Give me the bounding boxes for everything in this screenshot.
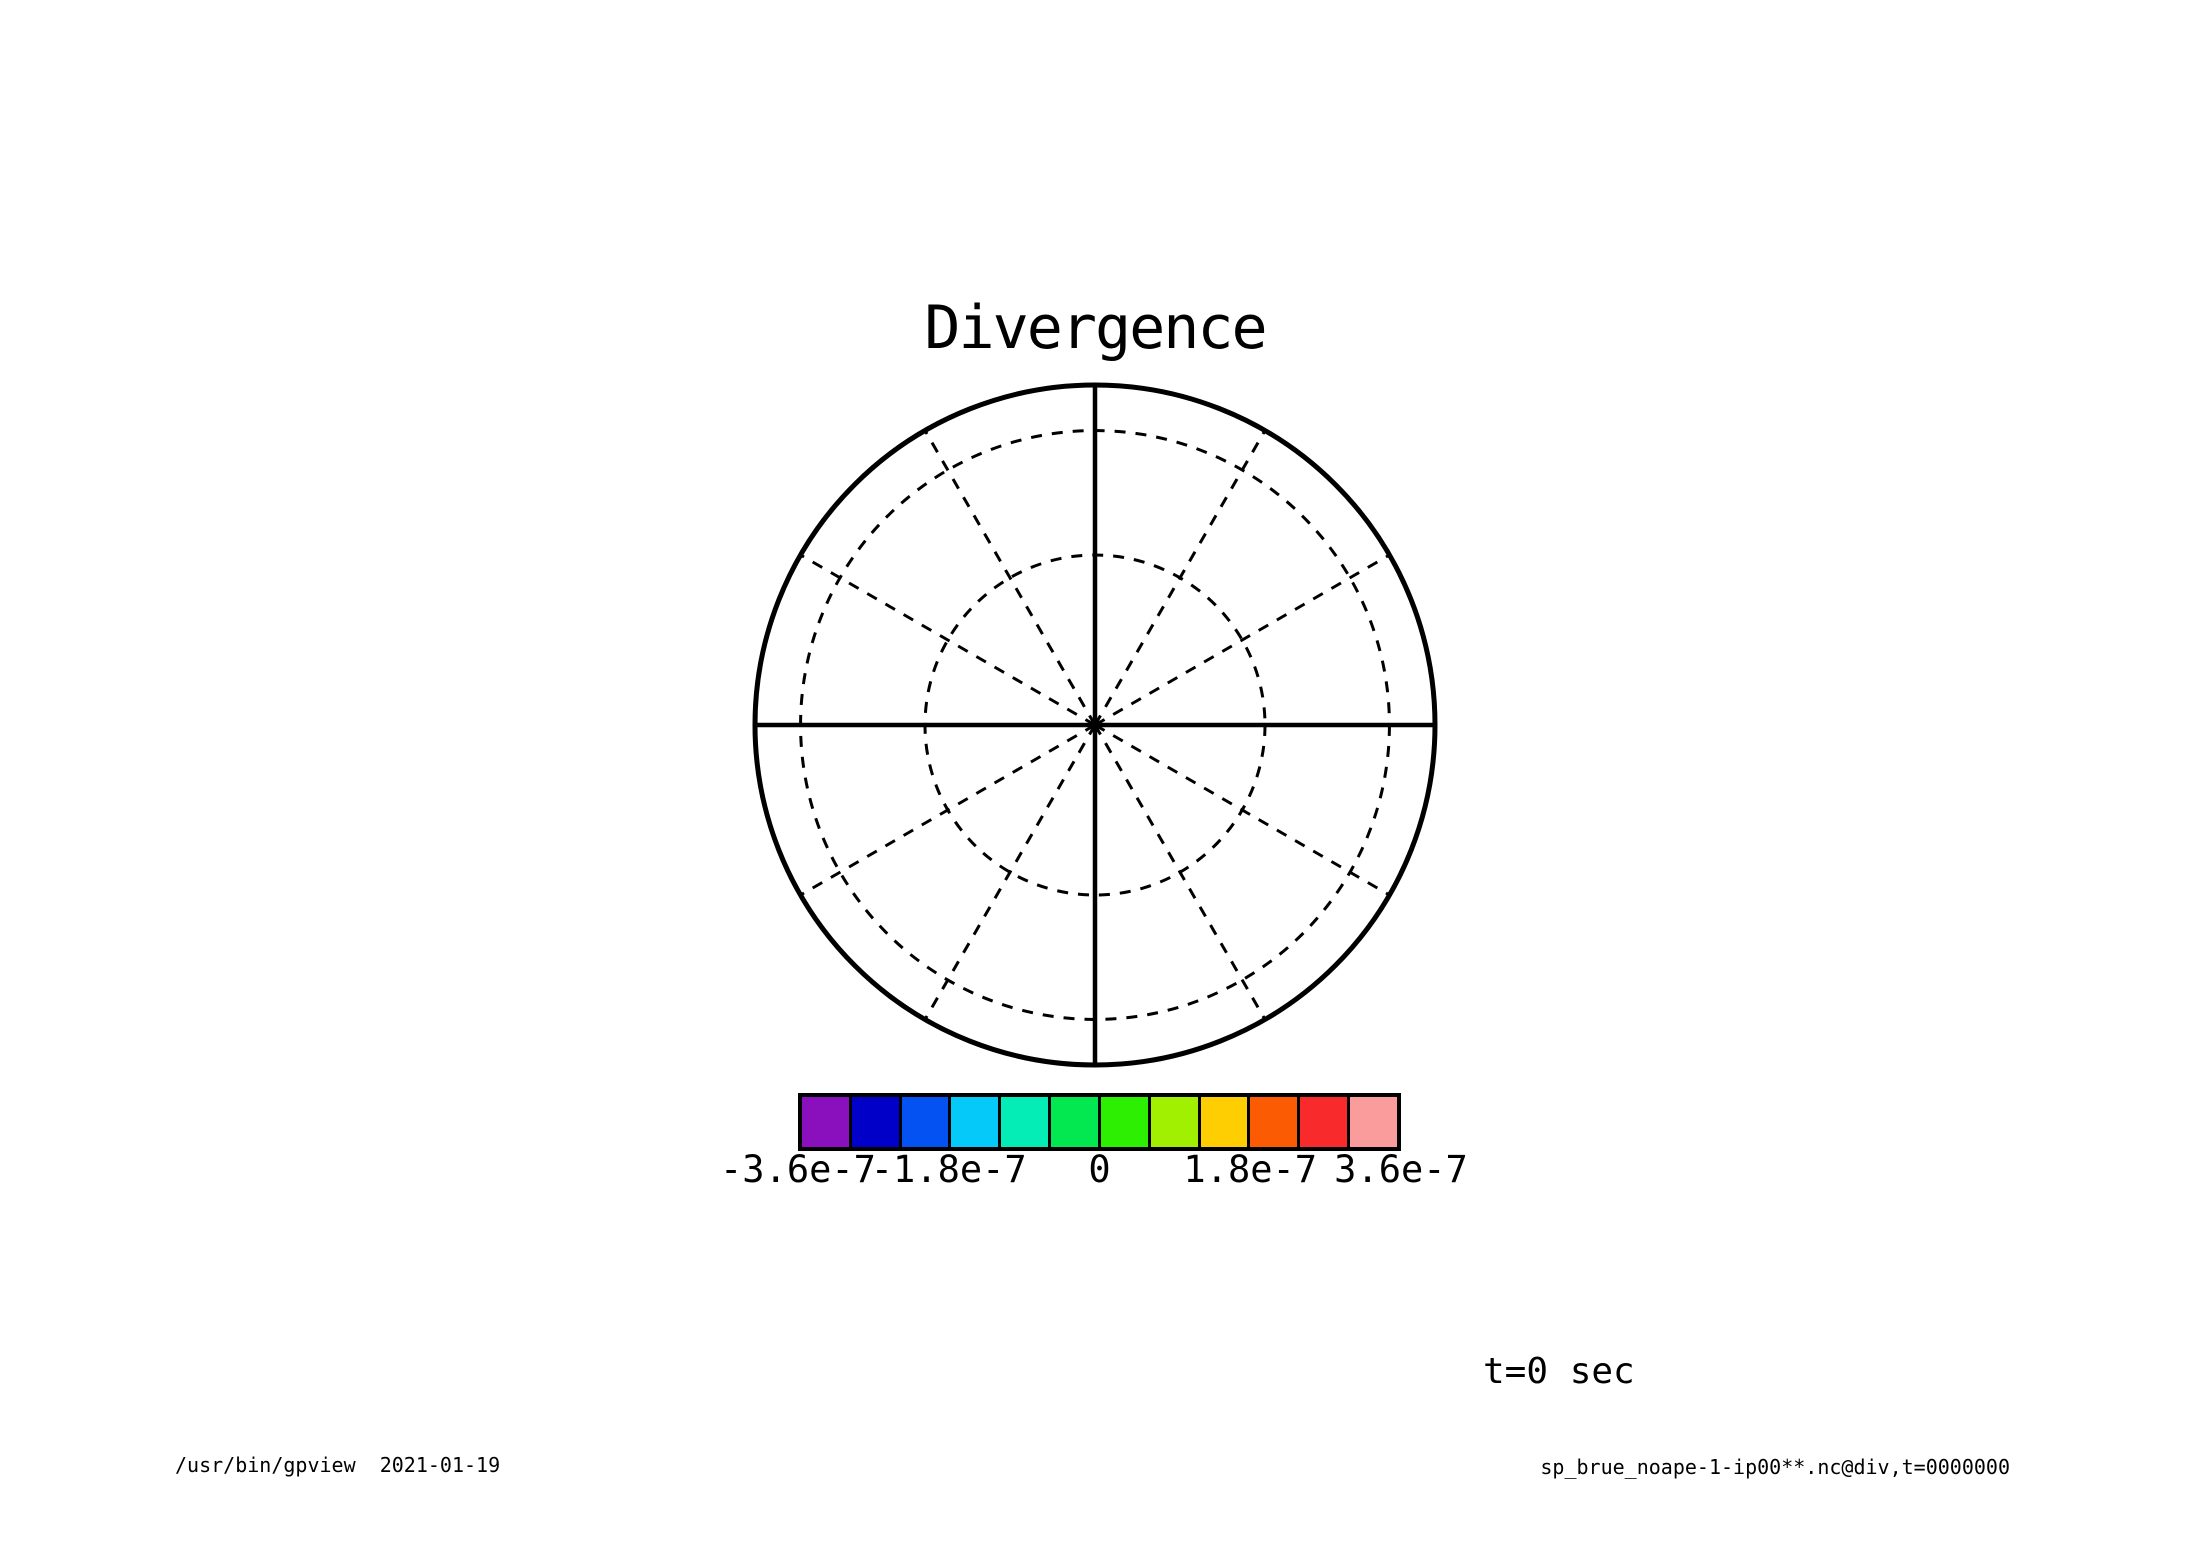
colorbar-tick-label: -3.6e-7 [720,1150,876,1191]
colorbar-tick-label: 1.8e-7 [1183,1150,1317,1191]
meridian-line-dashed [925,431,1095,725]
meridian-line-dashed [801,555,1095,725]
colorbar-tick-labels: -3.6e-7-1.8e-701.8e-73.6e-7 [798,1150,1401,1194]
colorbar-cell [1051,1097,1098,1147]
time-annotation: t=0 sec [1483,1352,1635,1392]
meridian-line-dashed [925,725,1095,1019]
polar-grid [0,0,2188,1546]
colorbar-cell [1151,1097,1198,1147]
meridian-line-dashed [801,725,1095,895]
meridian-line-dashed [1095,431,1265,725]
footer-source-text: sp_brue_noape-1-ip00**.nc@div,t=0000000 [1540,1455,2010,1479]
colorbar-cell [1250,1097,1297,1147]
meridian-line-dashed [1095,725,1265,1019]
meridian-line-dashed [1095,725,1389,895]
colorbar [798,1093,1401,1151]
colorbar-cell [902,1097,949,1147]
colorbar-cell [802,1097,849,1147]
colorbar-cell [1201,1097,1248,1147]
colorbar-tick-label: 3.6e-7 [1334,1150,1468,1191]
colorbar-cell [1350,1097,1397,1147]
colorbar-tick-label: -1.8e-7 [871,1150,1027,1191]
colorbar-tick-label: 0 [1088,1150,1110,1191]
colorbar-cell [852,1097,899,1147]
meridian-line-dashed [1095,555,1389,725]
colorbar-cell [1101,1097,1148,1147]
colorbar-cell [951,1097,998,1147]
colorbar-cell [1300,1097,1347,1147]
footer-command-text: /usr/bin/gpview 2021-01-19 [175,1453,500,1477]
colorbar-cell [1001,1097,1048,1147]
